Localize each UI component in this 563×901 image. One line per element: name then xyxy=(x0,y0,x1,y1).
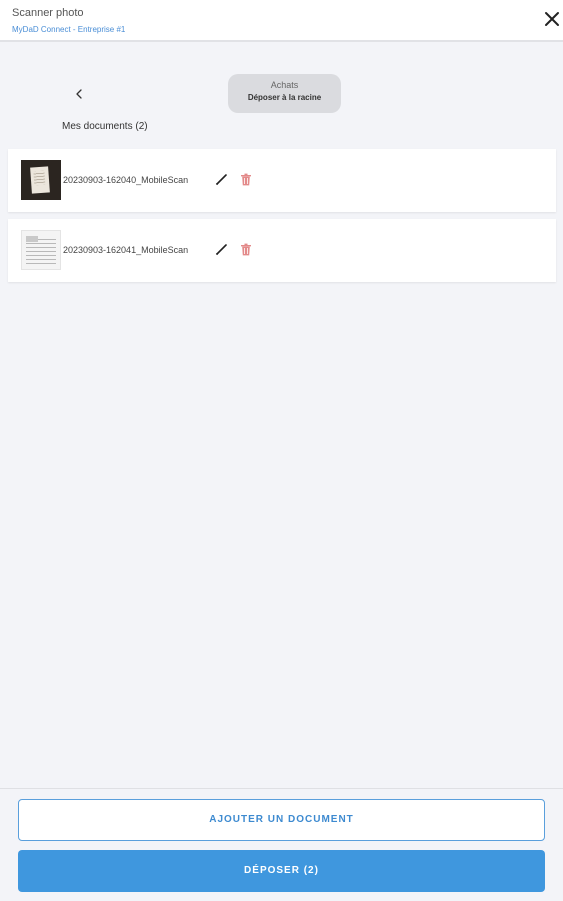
close-button[interactable] xyxy=(541,8,563,30)
delete-document-button[interactable] xyxy=(240,173,252,186)
chevron-left-icon xyxy=(76,89,82,99)
edit-document-button[interactable] xyxy=(215,172,229,186)
company-subtitle: MyDaD Connect - Entreprise #1 xyxy=(12,25,126,34)
folder-action-label: Déposer à la racine xyxy=(247,93,322,102)
action-footer: AJOUTER UN DOCUMENT DÉPOSER (2) xyxy=(0,788,563,901)
document-thumbnail[interactable] xyxy=(21,230,61,270)
document-name: 20230903-162040_MobileScan xyxy=(63,175,189,185)
trash-icon xyxy=(241,243,251,256)
document-name: 20230903-162041_MobileScan xyxy=(63,245,189,255)
add-document-button[interactable]: AJOUTER UN DOCUMENT xyxy=(18,799,545,841)
document-row: 20230903-162040_MobileScan xyxy=(8,149,556,212)
back-button[interactable] xyxy=(70,85,88,103)
document-row: 20230903-162041_MobileScan xyxy=(8,219,556,282)
document-thumbnail[interactable] xyxy=(21,160,61,200)
folder-name: Achats xyxy=(270,80,299,90)
app-header: Scanner photo MyDaD Connect - Entreprise… xyxy=(0,0,563,42)
submit-documents-button[interactable]: DÉPOSER (2) xyxy=(18,850,545,892)
folder-selector[interactable]: Achats Déposer à la racine xyxy=(228,74,341,113)
close-icon xyxy=(545,12,559,26)
pencil-icon xyxy=(215,244,227,256)
delete-document-button[interactable] xyxy=(240,243,252,256)
documents-heading: Mes documents (2) xyxy=(62,121,148,132)
page-title: Scanner photo xyxy=(12,7,84,19)
edit-document-button[interactable] xyxy=(215,242,229,256)
pencil-icon xyxy=(215,174,227,186)
trash-icon xyxy=(241,173,251,186)
